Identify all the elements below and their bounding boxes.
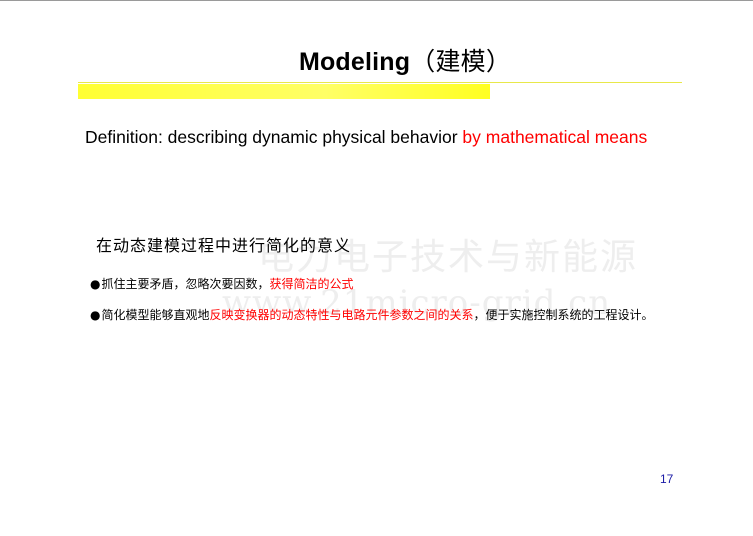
definition-text: Definition: describing dynamic physical … <box>85 127 647 148</box>
title-english: Modeling <box>298 48 411 76</box>
title-chinese: （建模） <box>410 47 512 76</box>
bullet-text: 简化模型能够直观地 <box>101 308 210 322</box>
bullet-marker: ● <box>90 277 101 291</box>
definition-prefix: Definition: describing dynamic physical … <box>85 127 463 147</box>
bullet-highlight: 获得简洁的公式 <box>269 277 354 291</box>
bullet-highlight: 反映变换器的动态特性与电路元件参数之间的关系 <box>209 308 474 322</box>
slide-title: Modeling（建模） <box>0 42 753 78</box>
bullet-marker: ● <box>90 308 101 322</box>
title-highlight-bar <box>78 84 490 99</box>
section-subheading: 在动态建模过程中进行简化的意义 <box>96 236 352 255</box>
page-number: 17 <box>660 472 674 486</box>
definition-highlight: by mathematical means <box>462 127 648 147</box>
bullet-text-after: ，便于实施控制系统的工程设计。 <box>473 308 654 322</box>
top-border <box>0 0 753 1</box>
title-underline <box>78 82 682 83</box>
bullet-item-1: ●抓住主要矛盾，忽略次要因数，获得简洁的公式 <box>90 275 354 292</box>
bullet-text: 抓住主要矛盾，忽略次要因数， <box>101 277 270 291</box>
bullet-item-2: ●简化模型能够直观地反映变换器的动态特性与电路元件参数之间的关系，便于实施控制系… <box>90 306 654 323</box>
